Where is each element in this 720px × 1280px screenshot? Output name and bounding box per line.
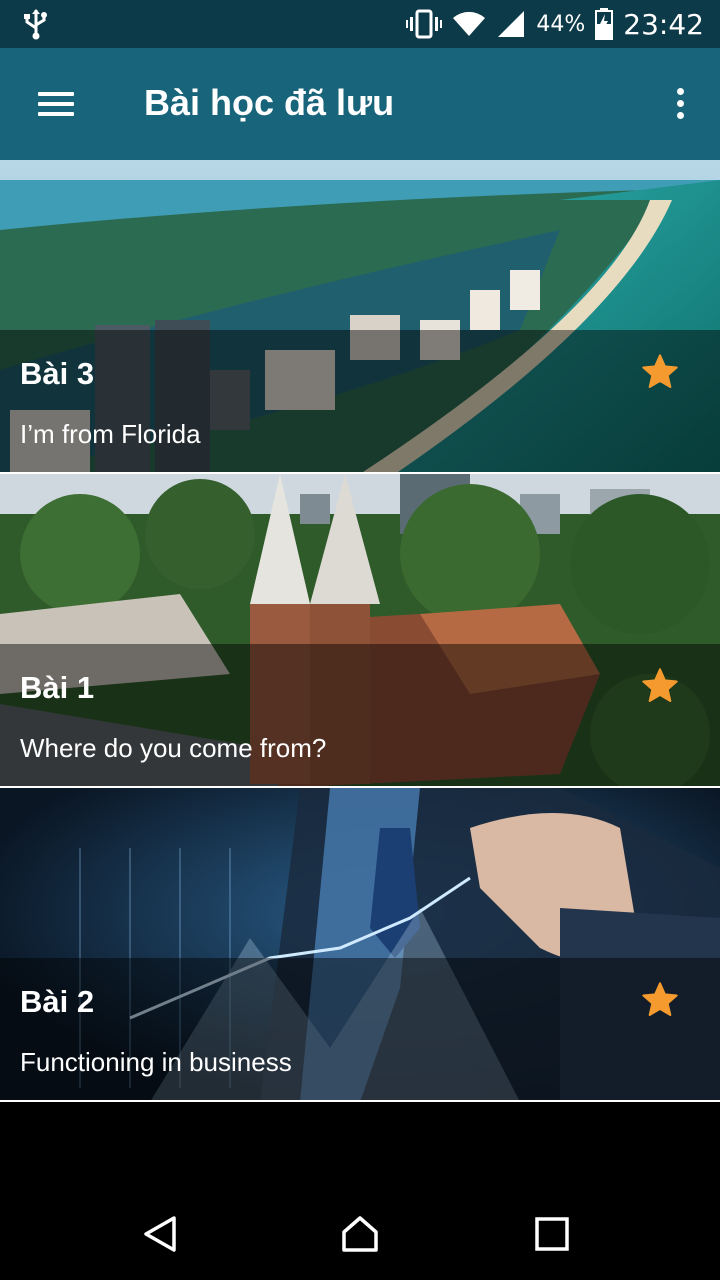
page-title: Bài học đã lưu xyxy=(144,82,395,123)
battery-percent: 44% xyxy=(536,11,586,37)
battery-charging-icon xyxy=(595,8,614,40)
status-bar: 44% 23:42 xyxy=(0,0,720,48)
hamburger-menu-icon[interactable] xyxy=(26,82,86,126)
lesson-number: Bài 1 xyxy=(20,670,95,705)
lesson-title: I’m from Florida xyxy=(20,419,201,449)
vibrate-icon xyxy=(406,9,443,39)
back-triangle-icon[interactable] xyxy=(140,1214,180,1254)
lesson-title: Where do you come from? xyxy=(20,733,327,763)
home-icon[interactable] xyxy=(340,1214,380,1254)
star-icon[interactable] xyxy=(640,666,680,706)
clock: 23:42 xyxy=(623,7,704,41)
lesson-number: Bài 3 xyxy=(20,356,95,391)
usb-icon xyxy=(24,9,47,40)
wifi-icon xyxy=(453,11,486,37)
lesson-card[interactable]: Bài 2 Functioning in business xyxy=(0,788,720,1102)
lesson-card[interactable]: Bài 3 I’m from Florida xyxy=(0,160,720,474)
saved-lessons-list: Bài 3 I’m from Florida Bài 1 Where do yo… xyxy=(0,160,720,1184)
more-vert-icon[interactable] xyxy=(666,80,694,128)
signal-icon xyxy=(498,11,525,37)
card-caption-overlay xyxy=(0,958,720,1100)
navigation-bar xyxy=(0,1184,720,1280)
star-icon[interactable] xyxy=(640,980,680,1020)
lesson-title: Functioning in business xyxy=(20,1047,292,1077)
app-bar: Bài học đã lưu xyxy=(0,48,720,160)
lesson-number: Bài 2 xyxy=(20,984,95,1019)
recents-square-icon[interactable] xyxy=(532,1214,572,1254)
card-caption-overlay xyxy=(0,644,720,786)
lesson-card[interactable]: Bài 1 Where do you come from? xyxy=(0,474,720,788)
star-icon[interactable] xyxy=(640,352,680,392)
card-caption-overlay xyxy=(0,330,720,472)
